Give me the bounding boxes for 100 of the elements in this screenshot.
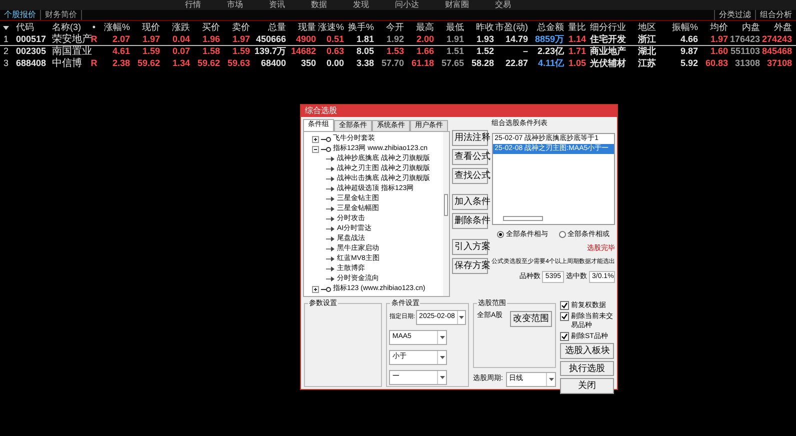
table-cell-text: 1.14 xyxy=(567,32,586,46)
column-header[interactable]: 卖价 xyxy=(220,20,250,34)
table-cell-text: 住宅开发 xyxy=(588,32,626,46)
table-cell-text: 1.05 xyxy=(567,56,586,70)
side-button[interactable]: 删除条件 xyxy=(452,213,488,229)
side-button[interactable]: 查看公式 xyxy=(452,149,488,165)
action-button[interactable]: 选股入板块 xyxy=(560,343,614,358)
change-range-button[interactable]: 改变范围 xyxy=(510,311,552,327)
checkbox[interactable] xyxy=(560,332,569,341)
table-cell-text: 4.66 xyxy=(679,32,698,46)
column-header[interactable]: 市盈(动) xyxy=(494,20,528,34)
column-header[interactable]: 细分行业 xyxy=(586,20,626,34)
menu-item[interactable]: 发现 xyxy=(353,1,369,9)
side-button[interactable]: 加入条件 xyxy=(452,194,488,210)
table-cell-text: 1.97 xyxy=(141,32,160,46)
menu-item[interactable]: 资讯 xyxy=(269,1,285,9)
scrollbar[interactable] xyxy=(442,132,449,296)
table-cell-text: 1.96 xyxy=(201,32,220,46)
table-cell-text: 中信博 xyxy=(51,56,83,71)
column-header[interactable]: 现价 xyxy=(130,20,160,34)
table-cell-text: 57.70 xyxy=(380,56,404,70)
column-header[interactable]: 代码 xyxy=(12,20,48,34)
table-cell-text: 57.65 xyxy=(440,56,464,70)
column-header[interactable]: 总金额 xyxy=(528,20,564,34)
expand-icon[interactable] xyxy=(312,136,319,142)
column-header[interactable]: 涨速% xyxy=(316,20,344,34)
column-header[interactable]: • xyxy=(88,20,100,34)
table-cell-text: 845468 xyxy=(760,44,792,58)
column-header[interactable]: 买价 xyxy=(190,20,220,34)
column-header[interactable]: 振幅% xyxy=(656,20,698,34)
column-header[interactable]: 最低 xyxy=(434,20,464,34)
table-cell-text: 5.92 xyxy=(679,56,698,70)
menu-item[interactable]: 数据 xyxy=(311,1,327,9)
row-number: 1 xyxy=(2,32,10,46)
row-number: 2 xyxy=(2,44,10,58)
horizontal-scrollbar[interactable] xyxy=(502,216,543,220)
window-title: 综合选股 xyxy=(305,105,337,117)
sort-icon[interactable] xyxy=(3,26,9,30)
table-cell-text: 1.59 xyxy=(231,44,250,58)
column-header[interactable]: 内盘 xyxy=(728,20,760,34)
table-cell-text: 59.62 xyxy=(136,56,160,70)
column-header[interactable]: 涨跌 xyxy=(160,20,190,34)
menu-item[interactable]: 行情 xyxy=(185,1,201,9)
column-header[interactable]: 昨收 xyxy=(464,20,494,34)
table-cell-text: 1.66 xyxy=(415,44,434,58)
table-cell-text: 8859万 xyxy=(534,32,564,46)
table-cell-text: 31308 xyxy=(734,56,760,70)
filter-tab[interactable]: 分类过滤 xyxy=(714,10,755,20)
menu-item[interactable]: 交易 xyxy=(495,1,511,9)
table-cell-text: 59.62 xyxy=(196,56,220,70)
checkbox[interactable] xyxy=(560,301,569,310)
table-cell-text: 37108 xyxy=(766,56,792,70)
column-header[interactable]: 量比 xyxy=(564,20,586,34)
table-cell-text: 江苏 xyxy=(637,56,656,70)
menu-item[interactable]: 财富圈 xyxy=(445,1,469,9)
link-icon xyxy=(321,146,331,152)
menu-item[interactable]: 问小达 xyxy=(395,1,419,9)
column-header[interactable]: 地区 xyxy=(626,20,656,34)
radio-button[interactable] xyxy=(496,231,504,238)
table-cell-text: 0.04 xyxy=(171,32,190,46)
table-cell-text: 61.18 xyxy=(410,56,434,70)
filter-tab[interactable]: 组合分析 xyxy=(755,10,796,20)
expand-icon[interactable] xyxy=(312,286,319,292)
side-button[interactable]: 引入方案 xyxy=(452,239,488,255)
column-header[interactable]: 总量 xyxy=(250,20,286,34)
column-header[interactable]: 均价 xyxy=(698,20,728,34)
column-header[interactable]: 现量 xyxy=(286,20,316,34)
view-tab[interactable]: 财务简价 xyxy=(41,10,82,20)
row-number: 3 xyxy=(2,56,10,70)
column-header[interactable]: 名称(3) xyxy=(48,20,88,34)
side-button[interactable]: 保存方案 xyxy=(452,258,488,274)
table-cell-text: 2.07 xyxy=(111,32,130,46)
side-button[interactable]: 查找公式 xyxy=(452,168,488,184)
view-tab[interactable]: 个股报价 xyxy=(0,10,41,20)
table-cell-text: 1.58 xyxy=(201,44,220,58)
action-button[interactable]: 执行选股 xyxy=(560,360,614,376)
side-button[interactable]: 用法注释 xyxy=(452,130,488,146)
table-row[interactable]: 3 688408 中信博 R 2.38 59.62 1.34 59.62 59.63 68400 350 0.00 3.38 57.70 61.18 57.65 58.28 22.87 4.11亿 1.05 光伏辅材 江苏 5.92 60.83 31308 37108 xyxy=(0,58,796,70)
column-header[interactable]: 外盘 xyxy=(760,20,792,34)
table-row[interactable]: 1 000517 荣安地产R 2.07 1.97 0.04 1.96 1.97 450666 4900 0.51 1.81 1.92 2.00 1.91 1.93 14.79 8859万 1.14 住宅开发 浙江 4.66 1.97 176423 274243 xyxy=(0,34,796,46)
collapse-icon[interactable] xyxy=(312,146,319,152)
table-cell-text: 1.71 xyxy=(567,44,586,58)
radio-button[interactable] xyxy=(558,231,566,238)
caret-icon xyxy=(440,376,445,379)
column-header[interactable]: 最高 xyxy=(404,20,434,34)
table-cell-text: 176423 xyxy=(728,32,760,46)
table-cell-text: 58.28 xyxy=(470,56,494,70)
table-row[interactable]: 2 002305 南国置业 4.61 1.59 0.07 1.58 1.59 139.7万 14682 0.63 8.05 1.53 1.66 1.51 1.52 – 2.23亿 1.71 商业地产 湖北 9.87 1.60 551103 845468 xyxy=(0,46,796,58)
menu-item[interactable]: 市场 xyxy=(227,1,243,9)
checkbox[interactable] xyxy=(560,312,569,321)
column-header[interactable]: 换手% xyxy=(344,20,374,34)
column-header[interactable]: 涨幅% xyxy=(100,20,130,34)
table-cell-text: 139.7万 xyxy=(253,44,286,58)
action-button[interactable]: 关闭 xyxy=(560,378,614,394)
column-header[interactable]: 今开 xyxy=(374,20,404,34)
table-cell-text: 59.63 xyxy=(226,56,250,70)
table-cell-text: 0.00 xyxy=(325,56,344,70)
caret-icon xyxy=(440,336,445,339)
table-cell-text: 1.53 xyxy=(385,44,404,58)
caret-icon xyxy=(440,356,445,359)
